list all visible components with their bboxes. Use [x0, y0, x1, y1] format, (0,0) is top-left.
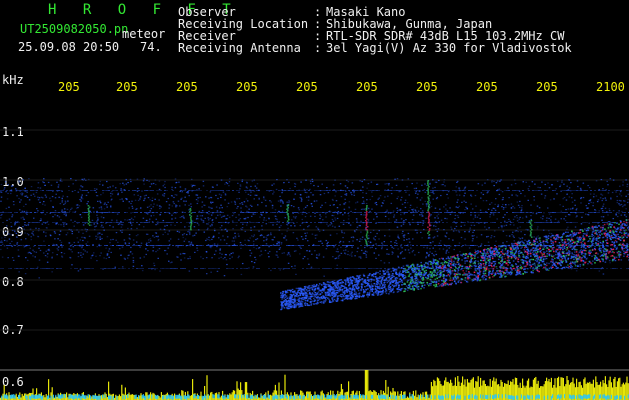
antenna-value: 3el Yagi(V) Az 330 for Vladivostok [326, 41, 572, 55]
x-tick-label: 2100 [596, 80, 625, 94]
x-tick-label: 205 [416, 80, 438, 94]
x-tick-label: 205 [296, 80, 318, 94]
type-tag: meteor [122, 27, 166, 41]
spectrogram [0, 129, 629, 400]
file-name: UT2509082050.pn [20, 22, 129, 36]
x-tick-label: 205 [356, 80, 378, 94]
antenna-colon: : [314, 41, 322, 55]
datetime-stamp: 25.09.08 20:50 [18, 40, 120, 54]
x-tick-label: 205 [116, 80, 138, 94]
signal-level-bars [0, 370, 629, 400]
x-tick-label: 205 [536, 80, 558, 94]
count-value: 74. [140, 40, 162, 54]
y-axis-unit: kHz [2, 73, 24, 87]
x-tick-label: 205 [58, 80, 80, 94]
x-tick-label: 205 [476, 80, 498, 94]
x-tick-label: 205 [176, 80, 198, 94]
antenna-label: Receiving Antenna [178, 41, 301, 55]
x-tick-label: 205 [236, 80, 258, 94]
